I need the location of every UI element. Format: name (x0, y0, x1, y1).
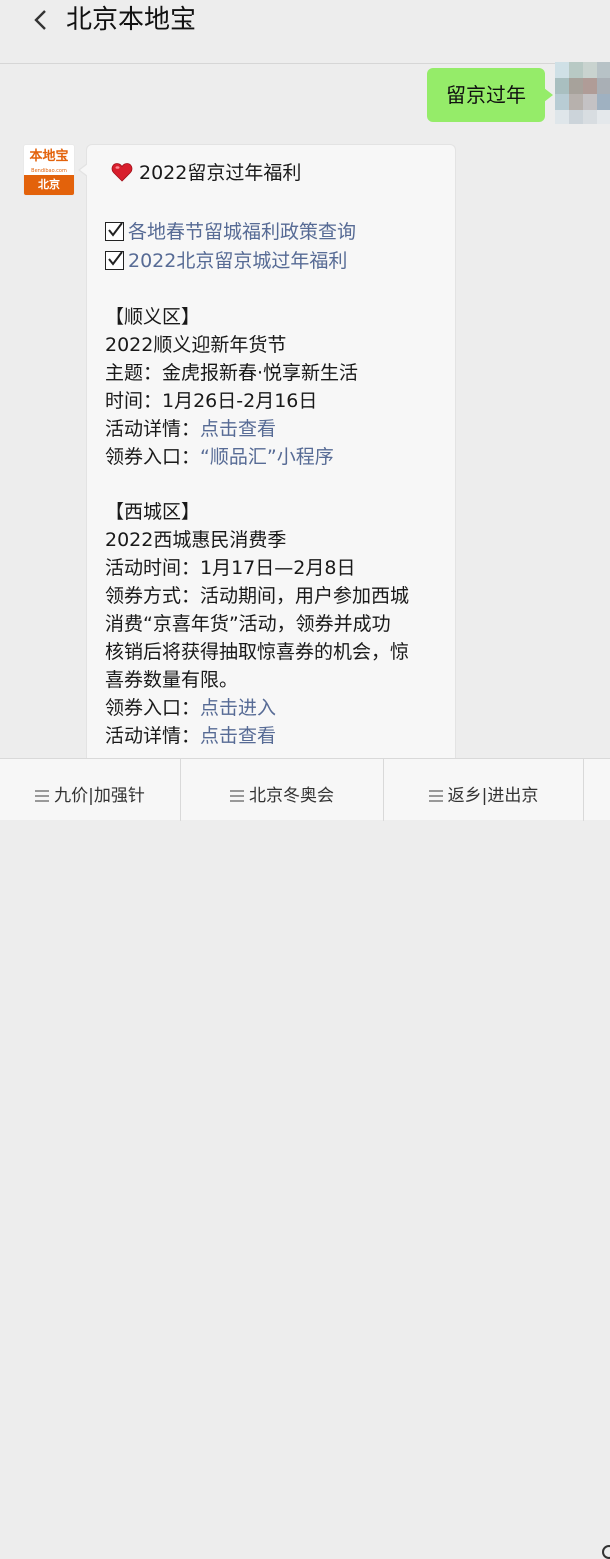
shunyi-time: 时间：1月26日-2月16日 (105, 390, 318, 412)
xicheng-coupon-row: 领券入口：点击进入 (105, 696, 276, 720)
menu-item-winter-olympics[interactable]: 北京冬奥会 (181, 759, 384, 821)
chevron-left-icon[interactable] (30, 8, 52, 32)
keyboard-toggle-icon[interactable] (602, 1545, 610, 1559)
menu-item-label: 返乡|进出京 (447, 786, 539, 806)
xicheng-event: 2022西城惠民消费季 (105, 529, 287, 551)
section-heading-xicheng: 【西城区】 (105, 501, 201, 523)
xicheng-details-row: 活动详情：点击查看 (105, 724, 276, 748)
xicheng-method-line: 消费“京喜年货”活动，领券并成功 (105, 613, 391, 635)
message-title: 2022留京过年福利 (139, 162, 302, 184)
avatar-site-text: Bendibao.com (31, 168, 67, 174)
avatar-city-text: 北京 (24, 175, 74, 195)
menu-item-label: 九价|加强针 (54, 786, 145, 806)
avatar-logo-text: 本地宝 (29, 149, 69, 164)
checkbox-icon (105, 251, 124, 270)
menu-icon (428, 790, 443, 802)
check-link-row: 2022北京留京城过年福利 (105, 249, 347, 273)
coupon-label: 领券入口： (105, 446, 201, 468)
xicheng-coupon-link[interactable]: 点击进入 (200, 697, 276, 719)
xicheng-method-line: 喜券数量有限。 (105, 669, 239, 691)
xicheng-time: 活动时间：1月17日—2月8日 (105, 557, 356, 579)
xicheng-details-link[interactable]: 点击查看 (200, 725, 276, 747)
bendibao-avatar[interactable]: 本地宝 Bendibao.com 北京 (23, 144, 75, 196)
xicheng-method-line: 领券方式：活动期间，用户参加西城 (105, 585, 410, 607)
user-avatar[interactable] (555, 62, 610, 124)
bottom-menu-bar: 九价|加强针 北京冬奥会 返乡|进出京 (0, 758, 610, 1559)
heart-icon (111, 163, 133, 182)
shunyi-coupon-link[interactable]: “顺品汇”小程序 (200, 446, 334, 468)
menu-item-travel[interactable]: 返乡|进出京 (384, 759, 584, 821)
checkbox-icon (105, 222, 124, 241)
check-link-row: 各地春节留城福利政策查询 (105, 220, 356, 244)
menu-item-vaccine[interactable]: 九价|加强针 (0, 759, 181, 821)
shunyi-details-link[interactable]: 点击查看 (200, 418, 276, 440)
shunyi-coupon-row: 领券入口：“顺品汇”小程序 (105, 445, 334, 469)
chat-title: 北京本地宝 (66, 5, 197, 35)
menu-icon (35, 790, 50, 802)
user-message-bubble[interactable]: 留京过年 (427, 68, 553, 122)
shunyi-event: 2022顺义迎新年货节 (105, 334, 287, 356)
bot-message-bubble: 2022留京过年福利 各地春节留城福利政策查询 2022北京留京城过年福利 【顺… (78, 144, 456, 764)
coupon-label: 领券入口： (105, 697, 201, 719)
xicheng-method-line: 核销后将获得抽取惊喜券的机会，惊 (105, 641, 410, 663)
menu-icon (230, 790, 244, 802)
shunyi-details-row: 活动详情：点击查看 (105, 417, 276, 441)
shunyi-theme: 主题：金虎报新春·悦享新生活 (105, 362, 359, 384)
chat-header: 北京本地宝 (0, 0, 610, 64)
link-holiday-policy[interactable]: 各地春节留城福利政策查询 (128, 221, 356, 243)
details-label: 活动详情： (105, 725, 201, 747)
details-label: 活动详情： (105, 418, 201, 440)
link-beijing-welfare[interactable]: 2022北京留京城过年福利 (128, 250, 347, 272)
menu-item-label: 北京冬奥会 (249, 786, 334, 806)
section-heading-shunyi: 【顺义区】 (105, 306, 201, 328)
